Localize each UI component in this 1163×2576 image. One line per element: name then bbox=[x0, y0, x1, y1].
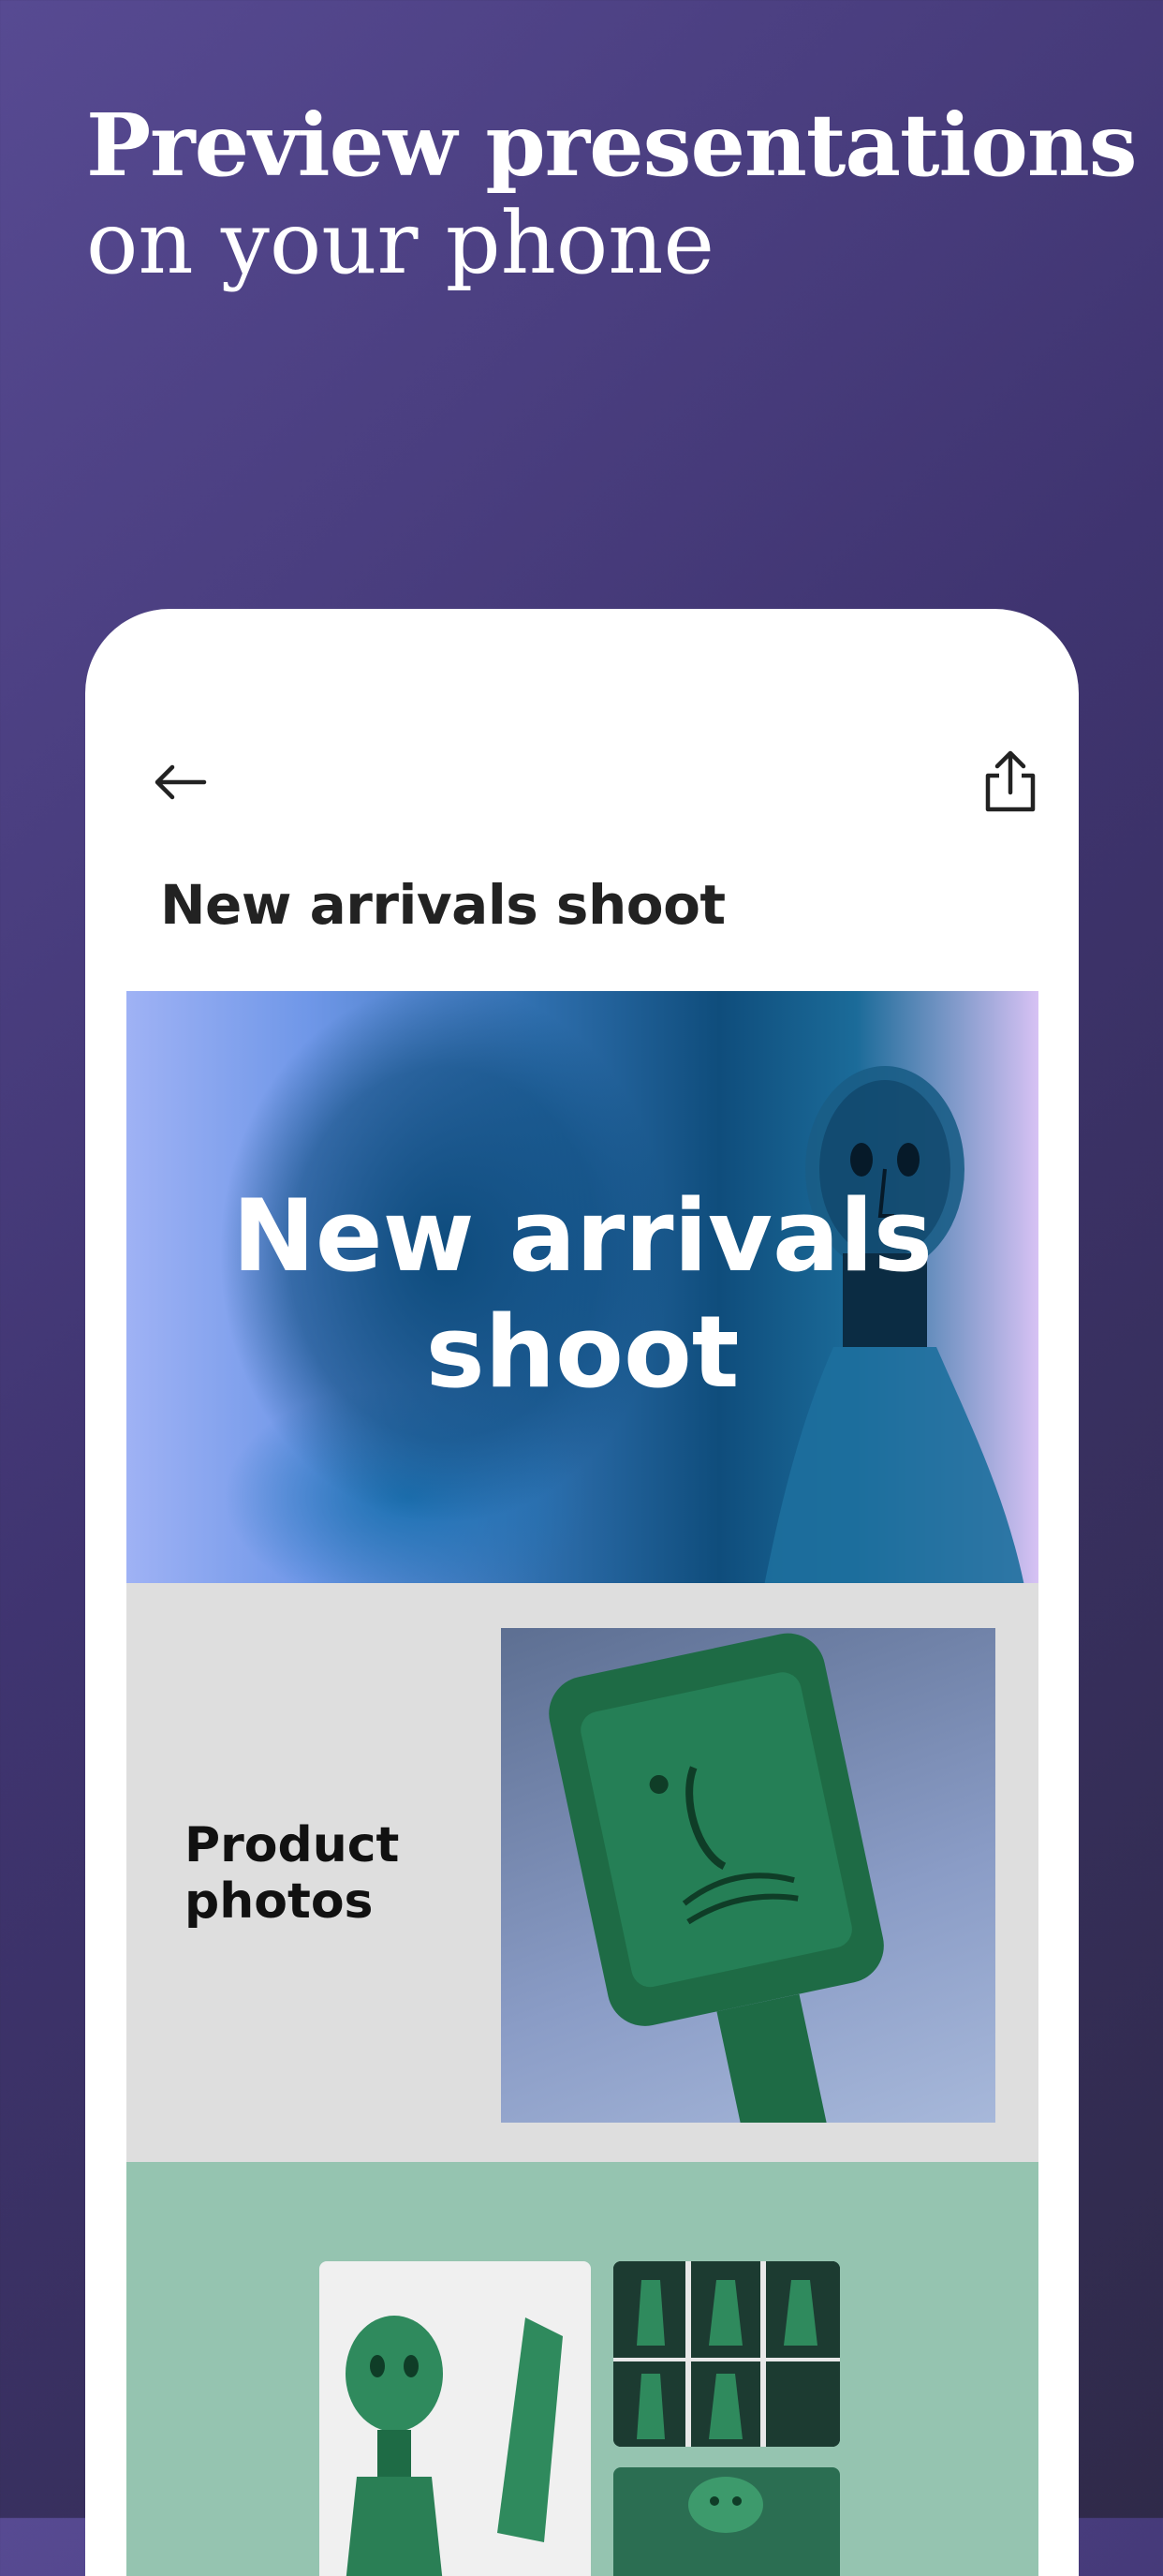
headline: Preview presentations on your phone bbox=[86, 94, 1137, 290]
slide-gallery[interactable] bbox=[126, 2162, 1038, 2576]
gallery-photo-green bbox=[613, 2467, 840, 2576]
arrow-left-icon bbox=[155, 764, 207, 800]
share-icon bbox=[985, 750, 1036, 812]
product-photos-label: Product photos bbox=[184, 1817, 400, 1930]
green-bottle-closeup-illustration bbox=[688, 2477, 763, 2533]
green-bottle-illustration bbox=[549, 1633, 884, 2123]
green-bottles-illustration bbox=[346, 2316, 563, 2576]
headline-line1: Preview presentations bbox=[86, 95, 1137, 196]
phone-screen: New arrivals shoot New arrivals shoot Pr… bbox=[85, 609, 1079, 2576]
gallery-photo-bottles bbox=[319, 2261, 591, 2576]
back-button[interactable] bbox=[138, 740, 222, 824]
product-photo-image bbox=[501, 1628, 995, 2123]
gallery-photo-grid bbox=[613, 2261, 840, 2447]
slide-product-photos[interactable]: Product photos bbox=[126, 1583, 1038, 2162]
headline-line2: on your phone bbox=[86, 193, 714, 293]
slide-cover[interactable]: New arrivals shoot bbox=[126, 991, 1038, 1583]
share-button[interactable] bbox=[968, 740, 1053, 824]
cover-slide-title: New arrivals shoot bbox=[232, 1178, 933, 1410]
bottle-grid-illustration bbox=[613, 2261, 840, 2447]
presentation-title: New arrivals shoot bbox=[160, 873, 726, 937]
